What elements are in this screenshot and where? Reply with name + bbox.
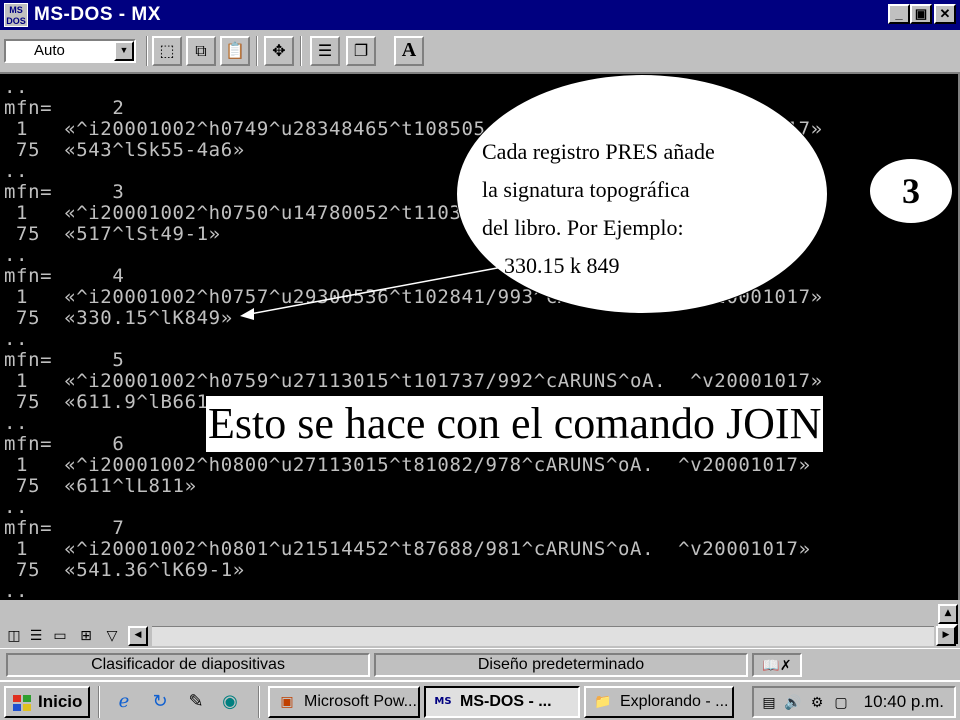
callout-line: 330.15 k 849 <box>482 253 620 278</box>
console-line: mfn= 7 <box>4 517 125 539</box>
copy-icon[interactable]: ⧉ <box>186 36 216 66</box>
step-number-badge: 3 <box>869 158 953 224</box>
console-line: 75 «611^lL811» <box>4 475 197 497</box>
system-tray: ▤ 🔊 ⚙ ▢ 10:40 p.m. <box>752 686 956 718</box>
task-scheduler-icon[interactable]: ▤ <box>758 692 780 714</box>
callout-line: del libro. Por Ejemplo: <box>482 215 684 240</box>
callout-text: Cada registro PRES añade la signatura to… <box>482 133 822 285</box>
font-size-value: Auto <box>34 42 65 59</box>
start-label: Inicio <box>38 692 83 711</box>
console-line: 1 «^i20001002^h0759^u27113015^t101737/99… <box>4 370 823 392</box>
maximize-button[interactable]: ▣ <box>910 4 932 24</box>
taskbar-separator <box>258 686 260 718</box>
windows-flag-icon <box>13 695 31 711</box>
slide-show-icon[interactable]: ▽ <box>102 626 122 646</box>
window-title: MS-DOS - MX <box>34 4 161 25</box>
console-line: 1 «^i20001002^h0801^u21514452^t87688/981… <box>4 538 811 560</box>
slide-view-icon[interactable]: ▭ <box>50 626 70 646</box>
console-line: .. <box>4 496 29 518</box>
toolbar-separator <box>300 36 302 66</box>
outlook-express-icon[interactable]: ↻ <box>148 690 172 714</box>
console-line: mfn= 4 <box>4 265 125 287</box>
start-button[interactable]: Inicio <box>4 686 90 718</box>
background-icon[interactable]: ❐ <box>346 36 376 66</box>
callout-line: la signatura topográfica <box>482 177 690 202</box>
task-button-explorer[interactable]: 📁 Explorando - ... <box>584 686 734 718</box>
console-line: mfn= 3 <box>4 181 125 203</box>
msdos-icon: MS <box>434 696 452 707</box>
volume-icon[interactable]: 🔊 <box>782 692 804 714</box>
console-line: .. <box>4 328 29 350</box>
task-label: MS-DOS - ... <box>460 693 552 710</box>
internet-explorer-icon[interactable]: ℯ <box>112 690 136 714</box>
explorer-icon: 📁 <box>594 694 612 710</box>
fullscreen-icon[interactable]: ✥ <box>264 36 294 66</box>
console-line: 1 «^i20001002^h0800^u27113015^t81082/978… <box>4 454 811 476</box>
properties-icon[interactable]: ☰ <box>310 36 340 66</box>
font-icon[interactable]: A <box>394 36 424 66</box>
status-bar: Clasificador de diapositivas Diseño pred… <box>0 648 960 680</box>
task-label: Microsoft Pow... <box>304 693 417 710</box>
console-line: .. <box>4 244 29 266</box>
close-button[interactable]: ✕ <box>934 4 956 24</box>
slide-sorter-view-icon[interactable]: ⊞ <box>76 626 96 646</box>
monitor-icon[interactable]: ▢ <box>830 692 852 714</box>
windows-taskbar: Inicio ℯ ↻ ✎ ◉ ▣ Microsoft Pow... MS MS-… <box>0 680 960 720</box>
window-titlebar[interactable]: MS DOS MS-DOS - MX _ ▣ ✕ <box>0 0 960 30</box>
slide-caption: Esto se hace con el comando JOIN <box>206 396 824 452</box>
channels-icon[interactable]: ◉ <box>218 690 242 714</box>
taskbar-separator <box>98 686 100 718</box>
task-button-powerpoint[interactable]: ▣ Microsoft Pow... <box>268 686 420 718</box>
show-desktop-icon[interactable]: ✎ <box>184 690 208 714</box>
toolbar-separator <box>146 36 148 66</box>
scroll-up-arrow-icon[interactable]: ▲ <box>938 604 958 624</box>
callout-line: Cada registro PRES añade <box>482 139 715 164</box>
minimize-button[interactable]: _ <box>888 4 910 24</box>
console-line: 75 «543^lSk55-4a6» <box>4 139 245 161</box>
chevron-down-icon[interactable]: ▼ <box>114 41 134 61</box>
console-line: .. <box>4 412 29 434</box>
toolbar-separator <box>256 36 258 66</box>
msdos-app-icon[interactable]: MS DOS <box>4 3 28 27</box>
scroll-left-arrow-icon[interactable]: ◀ <box>128 626 148 646</box>
mark-icon[interactable]: ⬚ <box>152 36 182 66</box>
console-line: .. <box>4 76 29 98</box>
console-line: mfn= 6 <box>4 433 125 455</box>
scroll-right-arrow-icon[interactable]: ▶ <box>936 626 956 646</box>
clock[interactable]: 10:40 p.m. <box>864 691 944 713</box>
console-line: 75 «541.36^lK69-1» <box>4 559 245 581</box>
task-label: Explorando - ... <box>620 693 729 710</box>
normal-view-icon[interactable]: ◫ <box>4 626 24 646</box>
spelling-status-icon[interactable]: 📖✗ <box>752 653 802 677</box>
outline-view-icon[interactable]: ☰ <box>26 626 46 646</box>
powerpoint-icon: ▣ <box>280 694 294 710</box>
console-line: 75 «517^lSt49-1» <box>4 223 221 245</box>
console-line: mfn= 2 <box>4 97 125 119</box>
status-view-name: Clasificador de diapositivas <box>6 653 370 677</box>
network-icon[interactable]: ⚙ <box>806 692 828 714</box>
status-design-name: Diseño predeterminado <box>374 653 748 677</box>
console-line: .. <box>4 160 29 182</box>
console-line: 75 «611.9^lB661» <box>4 391 221 413</box>
console-line: mfn= 5 <box>4 349 125 371</box>
console-line: 75 «330.15^lK849» <box>4 307 233 329</box>
horizontal-scroll-track[interactable] <box>152 626 934 646</box>
font-size-select[interactable]: Auto ▼ <box>4 39 136 63</box>
dos-toolbar: Auto ▼ ⬚ ⧉ 📋 ✥ ☰ ❐ A <box>0 30 960 74</box>
paste-icon[interactable]: 📋 <box>220 36 250 66</box>
console-line: .. <box>4 580 29 600</box>
task-button-msdos[interactable]: MS MS-DOS - ... <box>424 686 580 718</box>
